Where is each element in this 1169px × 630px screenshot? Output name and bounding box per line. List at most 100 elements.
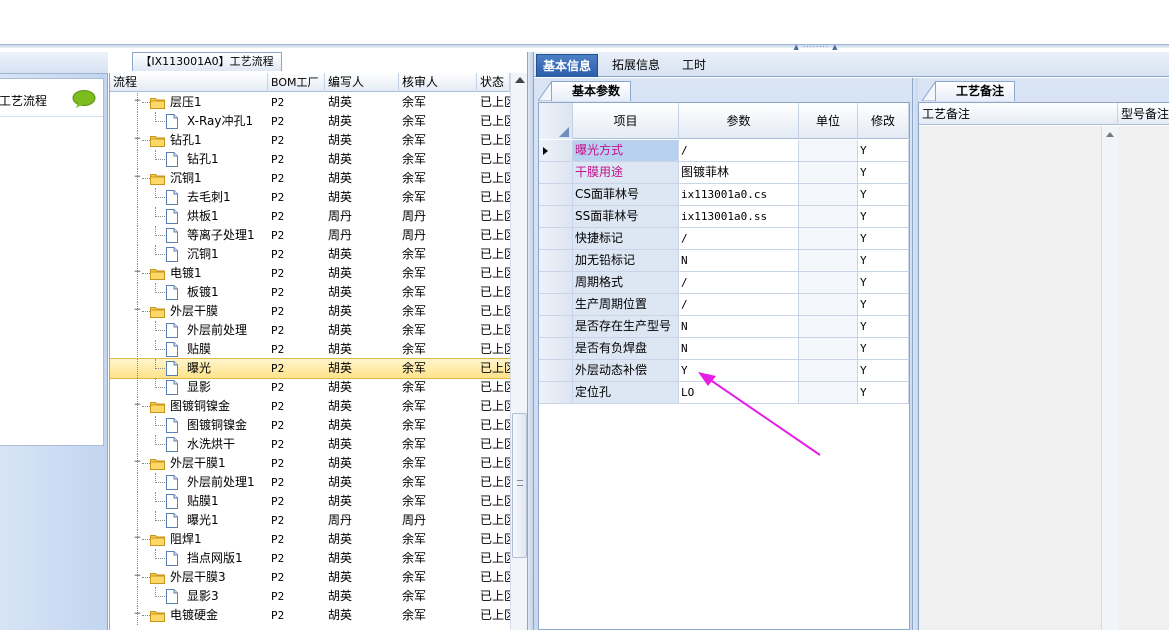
scroll-up-arrow-icon[interactable]	[1106, 132, 1114, 137]
tree-row[interactable]: − 外层干膜 P2 胡英 余军 已上区	[110, 302, 510, 321]
param-row[interactable]: 干膜用途 图镀菲林 Y	[539, 162, 909, 184]
col-model-remark[interactable]: 型号备注	[1118, 103, 1169, 125]
param-modified-cell[interactable]: Y	[858, 294, 909, 315]
row-indicator[interactable]	[539, 316, 573, 337]
row-indicator[interactable]	[539, 140, 573, 161]
param-modified-cell[interactable]: Y	[858, 228, 909, 249]
param-value-cell[interactable]: ix113001a0.ss	[679, 206, 799, 227]
row-indicator[interactable]	[539, 206, 573, 227]
col-reviewer[interactable]: 核审人	[399, 73, 477, 92]
param-modified-cell[interactable]: Y	[858, 140, 909, 161]
param-value-cell[interactable]: N	[679, 316, 799, 337]
param-row[interactable]: 生产周期位置 / Y	[539, 294, 909, 316]
col-unit[interactable]: 单位	[799, 103, 858, 139]
tree-row[interactable]: − 阻焊1 P2 胡英 余军 已上区	[110, 530, 510, 549]
row-indicator[interactable]	[539, 294, 573, 315]
collapse-toggle-icon[interactable]: −	[133, 458, 142, 468]
param-row[interactable]: 是否有负焊盘 N Y	[539, 338, 909, 360]
tree-row[interactable]: 贴膜 P2 胡英 余军 已上区	[110, 340, 510, 359]
top-splitter[interactable]	[0, 44, 1169, 48]
param-unit-cell[interactable]	[799, 250, 858, 271]
chat-bubble-icon[interactable]	[72, 90, 96, 108]
collapse-toggle-icon[interactable]: −	[133, 268, 142, 278]
param-value-cell[interactable]: LO	[679, 382, 799, 403]
row-indicator[interactable]	[539, 228, 573, 249]
tree-row[interactable]: − 沉铜1 P2 胡英 余军 已上区	[110, 169, 510, 188]
param-modified-cell[interactable]: Y	[858, 206, 909, 227]
param-unit-cell[interactable]	[799, 184, 858, 205]
param-row[interactable]: 是否存在生产型号 N Y	[539, 316, 909, 338]
tree-row[interactable]: − 电镀1 P2 胡英 余军 已上区	[110, 264, 510, 283]
param-modified-cell[interactable]: Y	[858, 360, 909, 381]
tree-row[interactable]: 图镀铜镍金 P2 胡英 余军 已上区	[110, 416, 510, 435]
col-flow[interactable]: 流程	[110, 73, 268, 92]
tree-row[interactable]: 水洗烘干 P2 胡英 余军 已上区	[110, 435, 510, 454]
tree-row[interactable]: 曝光 P2 胡英 余军 已上区	[110, 358, 511, 379]
param-unit-cell[interactable]	[799, 140, 858, 161]
tab-process-remarks[interactable]: 工艺备注	[935, 81, 1016, 101]
param-row[interactable]: 加无铅标记 N Y	[539, 250, 909, 272]
tree-row[interactable]: 外层前处理 P2 胡英 余军 已上区	[110, 321, 510, 340]
param-modified-cell[interactable]: Y	[858, 316, 909, 337]
tree-row[interactable]: 贴膜1 P2 胡英 余军 已上区	[110, 492, 510, 511]
param-row[interactable]: 外层动态补偿 Y Y	[539, 360, 909, 382]
param-modified-cell[interactable]: Y	[858, 382, 909, 403]
row-indicator[interactable]	[539, 250, 573, 271]
row-indicator[interactable]	[539, 360, 573, 381]
param-value-cell[interactable]: /	[679, 228, 799, 249]
param-row[interactable]: 周期格式 / Y	[539, 272, 909, 294]
col-item[interactable]: 项目	[573, 103, 679, 139]
param-value-cell[interactable]: /	[679, 140, 799, 161]
splitter-grip[interactable]: ▲ ········ ▲	[784, 44, 848, 51]
col-param[interactable]: 参数	[679, 103, 799, 139]
param-unit-cell[interactable]	[799, 206, 858, 227]
tree-row[interactable]: 外层前处理1 P2 胡英 余军 已上区	[110, 473, 510, 492]
param-row[interactable]: 快捷标记 / Y	[539, 228, 909, 250]
tree-row[interactable]: 挡点网版1 P2 胡英 余军 已上区	[110, 549, 510, 568]
param-unit-cell[interactable]	[799, 316, 858, 337]
tree-row[interactable]: − 电镀硬金 P2 胡英 余军 已上区	[110, 606, 510, 625]
tree-row[interactable]: 曝光1 P2 周丹 周丹 已上区	[110, 511, 510, 530]
row-indicator[interactable]	[539, 162, 573, 183]
collapse-toggle-icon[interactable]: −	[133, 401, 142, 411]
tab-basic-info[interactable]: 基本信息	[536, 54, 599, 77]
collapse-toggle-icon[interactable]: −	[133, 135, 142, 145]
collapse-toggle-icon[interactable]: −	[133, 572, 142, 582]
param-value-cell[interactable]: Y	[679, 360, 799, 381]
tree-row[interactable]: 沉铜1 P2 胡英 余军 已上区	[110, 245, 510, 264]
param-unit-cell[interactable]	[799, 360, 858, 381]
col-modified[interactable]: 修改	[858, 103, 909, 139]
param-row[interactable]: 定位孔 LO Y	[539, 382, 909, 404]
tree-row[interactable]: 去毛刺1 P2 胡英 余军 已上区	[110, 188, 510, 207]
param-modified-cell[interactable]: Y	[858, 184, 909, 205]
param-value-cell[interactable]: N	[679, 338, 799, 359]
remarks-scrollbar[interactable]	[1101, 126, 1118, 630]
param-unit-cell[interactable]	[799, 162, 858, 183]
param-row[interactable]: CS面菲林号 ix113001a0.cs Y	[539, 184, 909, 206]
param-unit-cell[interactable]	[799, 338, 858, 359]
process-flow-tab[interactable]: 【IX113001A0】工艺流程	[132, 52, 282, 71]
row-indicator[interactable]	[539, 272, 573, 293]
param-value-cell[interactable]: /	[679, 294, 799, 315]
param-unit-cell[interactable]	[799, 272, 858, 293]
middle-splitter[interactable]	[527, 52, 534, 630]
tree-row[interactable]: 等离子处理1 P2 周丹 周丹 已上区	[110, 226, 510, 245]
collapse-toggle-icon[interactable]: −	[133, 97, 142, 107]
param-modified-cell[interactable]: Y	[858, 338, 909, 359]
tree-row[interactable]: 烘板1 P2 周丹 周丹 已上区	[110, 207, 510, 226]
param-row[interactable]: 曝光方式 / Y	[539, 140, 909, 162]
tab-work-hours[interactable]: 工时	[676, 54, 712, 77]
tab-extended-info[interactable]: 拓展信息	[606, 54, 666, 77]
collapse-toggle-icon[interactable]: −	[133, 173, 142, 183]
tree-row[interactable]: 显影3 P2 胡英 余军 已上区	[110, 587, 510, 606]
param-modified-cell[interactable]: Y	[858, 162, 909, 183]
param-value-cell[interactable]: ix113001a0.cs	[679, 184, 799, 205]
col-process-remark[interactable]: 工艺备注	[919, 103, 1118, 125]
param-row[interactable]: SS面菲林号 ix113001a0.ss Y	[539, 206, 909, 228]
param-value-cell[interactable]: 图镀菲林	[679, 162, 799, 183]
tree-row[interactable]: − 层压1 P2 胡英 余军 已上区	[110, 93, 510, 112]
model-remark-textarea[interactable]	[1118, 126, 1169, 630]
param-value-cell[interactable]: /	[679, 272, 799, 293]
col-bom[interactable]: BOM工厂	[268, 73, 325, 92]
param-unit-cell[interactable]	[799, 294, 858, 315]
